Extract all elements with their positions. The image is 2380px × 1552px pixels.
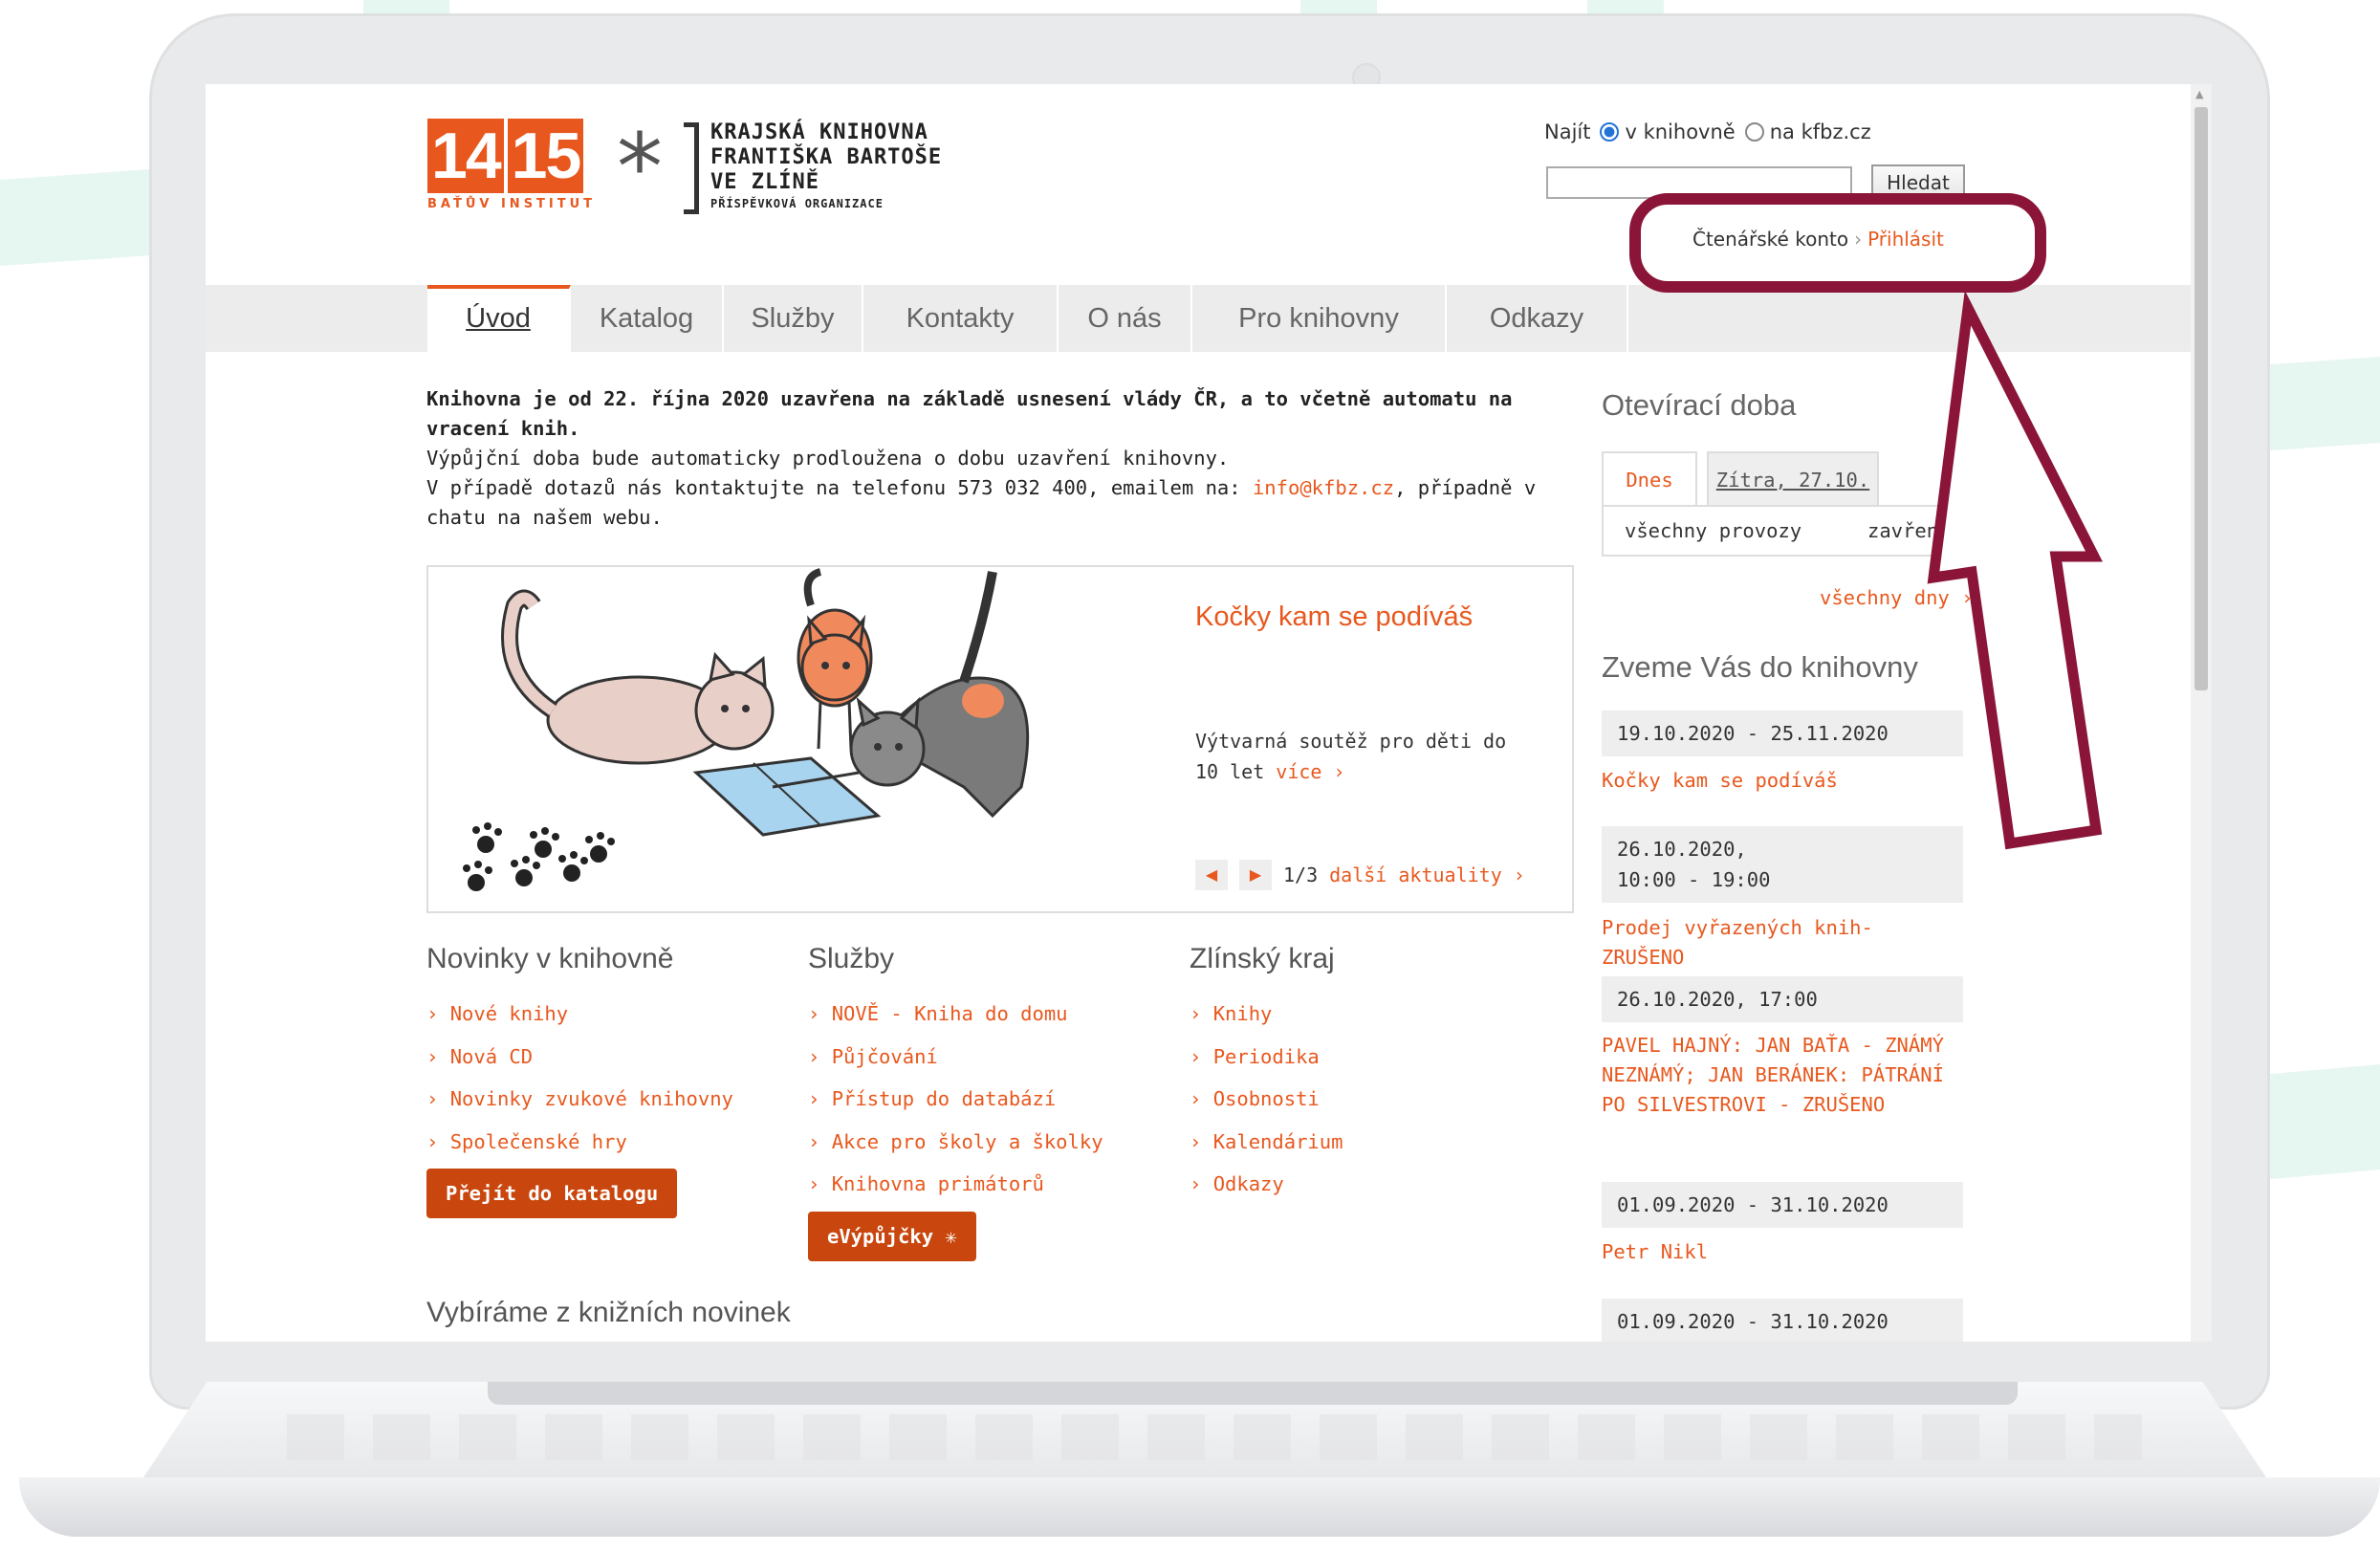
hours-title: Otevírací doba [1602,388,1797,422]
hours-status: zavřeno [1867,519,1951,542]
next-arrow-icon[interactable]: ▶ [1239,860,1272,890]
list-item[interactable]: Nová CD [426,1036,790,1079]
radio-web-label[interactable]: na kfbz.cz [1770,120,1871,143]
tab-pro-knihovny[interactable]: Pro knihovny [1192,285,1447,352]
list-item[interactable]: Knihovna primátorů [808,1163,1171,1206]
laptop-base [19,1382,2380,1544]
more-link[interactable]: více › [1276,760,1344,783]
news-slider: Kočky kam se podíváš Výtvarná soutěž pro… [426,565,1574,913]
library-logo-text[interactable]: KRAJSKÁ KNIHOVNA FRANTIŠKA BARTOŠE VE ZL… [710,120,942,212]
list-item[interactable]: Odkazy [1190,1163,1553,1206]
event-date: 19.10.2020 - 25.11.2020 [1602,710,1963,756]
tab-katalog[interactable]: Katalog [571,285,724,352]
column-title: Služby [808,943,895,974]
hours-row: všechny provozy zavřeno [1602,505,1961,557]
list-item[interactable]: Akce pro školy a školky [808,1121,1171,1164]
browser-screen: 14 15 BAŤŮV INSTITUT * KRAJSKÁ KNIHOVNA F… [206,84,2212,1342]
section-title: Vybíráme z knižních novinek [426,1297,791,1328]
logo-number: 15 [507,119,584,193]
slide-title[interactable]: Kočky kam se podíváš [1195,601,1473,633]
cats-illustration [463,568,1030,891]
event-date: 26.10.2020, 17:00 [1602,976,1963,1022]
tab-uvod[interactable]: Úvod [427,285,571,352]
event-link[interactable]: PAVEL HAJNÝ: JAN BAŤA - ZNÁMÝ NEZNÁMÝ; J… [1602,1031,1965,1120]
radio-icon[interactable] [1600,122,1620,142]
tab-tomorrow[interactable]: Zítra, 27.10. [1707,451,1879,505]
hours-title-wrap: Otevírací doba [1602,388,1965,423]
vertical-scrollbar[interactable]: ▲ [2191,84,2212,1342]
scroll-up-icon[interactable]: ▲ [2195,88,2203,100]
next-news-link[interactable]: další aktuality › [1329,863,1525,886]
logo-1415[interactable]: 14 15 BAŤŮV INSTITUT [427,119,596,211]
list-item[interactable]: Periodika [1190,1036,1553,1079]
tab-sluzby[interactable]: Služby [724,285,863,352]
all-days-link[interactable]: všechny dny › [1820,586,1973,609]
catalog-button[interactable]: Přejít do katalogu [426,1169,678,1218]
tab-kontakty[interactable]: Kontakty [863,285,1059,352]
column-zlinsky-kraj: Zlínský kraj Knihy Periodika Osobnosti K… [1190,943,1553,1206]
slide-description: Výtvarná soutěž pro děti do 10 let více … [1195,730,1507,783]
star-logo-icon: * [617,114,663,221]
search-input[interactable] [1546,166,1852,199]
logo-number: 14 [427,119,504,193]
list-item[interactable]: Novinky zvukové knihovny [426,1078,790,1121]
tab-today[interactable]: Dnes [1602,451,1697,505]
account-label[interactable]: Čtenářské konto [1692,228,1848,251]
radio-library-label[interactable]: v knihovně [1625,120,1735,143]
background-shape [363,0,449,13]
hours-tabs: Dnes Zítra, 27.10. všechny provozy zavře… [1602,451,1965,557]
event-link[interactable]: Kočky kam se podíváš [1602,766,1965,796]
closure-notice: Knihovna je od 22. října 2020 uzavřena n… [426,387,1537,529]
search-button[interactable]: Hledat [1871,164,1965,201]
list-item[interactable]: Kalendárium [1190,1121,1553,1164]
background-shape [1587,0,1664,13]
list-item[interactable]: Osobnosti [1190,1078,1553,1121]
events-title: Zveme Vás do knihovny [1602,650,1918,684]
column-title: Zlínský kraj [1190,943,1335,974]
prev-arrow-icon[interactable]: ◀ [1195,860,1228,890]
event-link[interactable]: Prodej vyřazených knih- ZRUŠENO [1602,913,1965,973]
search-label: Najít [1544,120,1591,143]
event-date: 01.09.2020 - 31.10.2020 [1602,1299,1963,1342]
slide-counter: 1/3 [1283,863,1319,886]
radio-icon[interactable] [1744,122,1764,142]
tab-o-nas[interactable]: O nás [1059,285,1192,352]
search-options: Najít v knihovně na kfbz.cz [1544,120,1871,143]
logo-subtitle: BAŤŮV INSTITUT [427,197,597,211]
column-sluzby: Služby NOVĚ - Kniha do domu Půjčování Př… [808,943,1171,1261]
list-item[interactable]: Nové knihy [426,993,790,1036]
logo-bracket [684,122,699,214]
event-link[interactable]: Petr Nikl [1602,1237,1965,1267]
tab-odkazy[interactable]: Odkazy [1447,285,1628,352]
background-shape [1300,0,1377,13]
reader-account: Čtenářské konto › Přihlásit [1692,228,1944,251]
main-nav: Úvod Katalog Služby Kontakty O nás Pro k… [206,285,2191,352]
list-item[interactable]: Přístup do databází [808,1078,1171,1121]
list-item[interactable]: NOVĚ - Kniha do domu [808,993,1171,1036]
scroll-thumb[interactable] [2194,107,2208,690]
web-page: 14 15 BAŤŮV INSTITUT * KRAJSKÁ KNIHOVNA F… [206,84,2191,1342]
login-link[interactable]: Přihlásit [1867,228,1944,251]
events-title-wrap: Zveme Vás do knihovny [1602,650,1965,685]
event-date: 26.10.2020, 10:00 - 19:00 [1602,826,1963,903]
list-item[interactable]: Společenské hry [426,1121,790,1164]
slider-controls: ◀ ▶ 1/3 další aktuality › [1195,860,1525,890]
email-link[interactable]: info@kfbz.cz [1253,476,1394,499]
column-title: Novinky v knihovně [426,943,674,974]
list-item[interactable]: Půjčování [808,1036,1171,1079]
column-novinky: Novinky v knihovně Nové knihy Nová CD No… [426,943,790,1218]
list-item[interactable]: Knihy [1190,993,1553,1036]
evypujcky-button[interactable]: eVýpůjčky ✳ [808,1211,976,1261]
event-date: 01.09.2020 - 31.10.2020 [1602,1182,1963,1228]
